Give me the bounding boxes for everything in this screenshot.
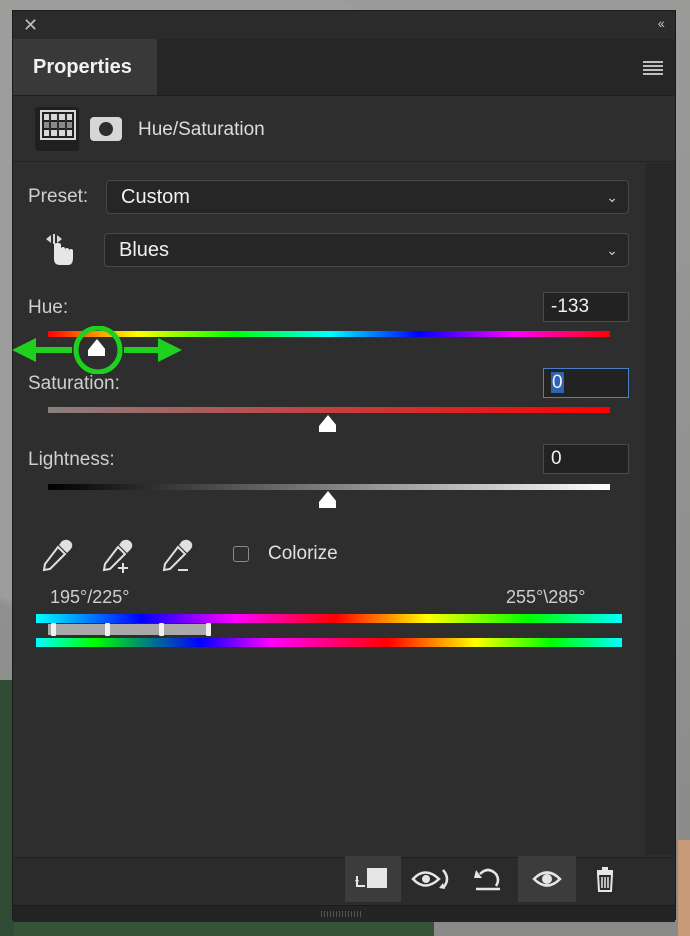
range-left-readout: 195°/225° <box>50 587 130 607</box>
range-falloff-left-handle[interactable] <box>51 623 56 636</box>
lightness-value: 0 <box>551 448 562 469</box>
background-skin <box>678 840 690 936</box>
clip-to-layer-icon <box>355 868 387 888</box>
saturation-slider-knob[interactable] <box>318 414 336 432</box>
range-right-readout: 255°\285° <box>506 587 586 607</box>
preset-value: Custom <box>121 186 190 208</box>
tab-bar: Properties <box>13 39 675 96</box>
range-left-handle[interactable] <box>105 623 110 636</box>
range-right-handle[interactable] <box>159 623 164 636</box>
channel-value: Blues <box>119 239 170 261</box>
grip-icon <box>321 911 363 917</box>
hue-label: Hue: <box>28 297 69 318</box>
collapse-icon[interactable]: ‹‹ <box>658 15 665 31</box>
colorize-label: Colorize <box>268 543 338 564</box>
channel-dropdown[interactable]: Blues ⌄ <box>104 233 629 267</box>
colorize-checkbox[interactable] <box>233 546 249 562</box>
hue-value-field[interactable]: -133 <box>543 292 629 322</box>
saturation-value-field[interactable]: 0 <box>543 368 629 398</box>
lightness-value-field[interactable]: 0 <box>543 444 629 474</box>
hue-saturation-icon <box>40 110 76 140</box>
range-falloff-right-handle[interactable] <box>206 623 211 636</box>
saturation-label: Saturation: <box>28 373 120 394</box>
output-color-ramp <box>36 638 622 647</box>
reset-icon <box>474 868 500 891</box>
reset-button[interactable] <box>460 856 518 902</box>
eyedropper-icon[interactable] <box>40 538 74 572</box>
saturation-gradient-bar <box>48 407 610 413</box>
lightness-slider-knob[interactable] <box>318 490 336 508</box>
hue-value: -133 <box>551 296 590 317</box>
lightness-label: Lightness: <box>28 449 115 470</box>
eye-icon <box>532 871 562 887</box>
color-range-slider[interactable] <box>48 624 210 635</box>
input-color-ramp <box>36 614 622 623</box>
chevron-down-icon: ⌄ <box>606 242 618 258</box>
view-previous-state-button[interactable] <box>405 856 463 902</box>
preset-dropdown[interactable]: Custom ⌄ <box>106 180 629 214</box>
toggle-visibility-button[interactable] <box>518 856 576 902</box>
tab-properties[interactable]: Properties <box>13 39 157 95</box>
drag-direction-annotation <box>12 326 182 374</box>
adjustment-title: Hue/Saturation <box>138 119 265 140</box>
delete-button[interactable] <box>578 856 636 902</box>
eyedropper-add-icon[interactable] <box>100 538 138 576</box>
clip-to-layer-button[interactable] <box>345 856 401 902</box>
panel-titlebar: ✕ ‹‹ <box>13 11 675 39</box>
mask-icon[interactable] <box>90 117 122 141</box>
close-icon[interactable]: ✕ <box>23 15 38 35</box>
saturation-value: 0 <box>551 372 564 393</box>
chevron-down-icon: ⌄ <box>606 189 618 205</box>
targeted-adjustment-hand-icon[interactable] <box>42 233 76 267</box>
scrollbar[interactable] <box>645 163 675 855</box>
trash-icon <box>596 867 614 892</box>
panel-menu-icon[interactable] <box>643 61 663 75</box>
preset-label: Preset: <box>28 186 89 207</box>
view-previous-state-icon <box>411 869 449 889</box>
resize-handle[interactable] <box>13 905 675 922</box>
eyedropper-subtract-icon[interactable] <box>160 538 198 576</box>
